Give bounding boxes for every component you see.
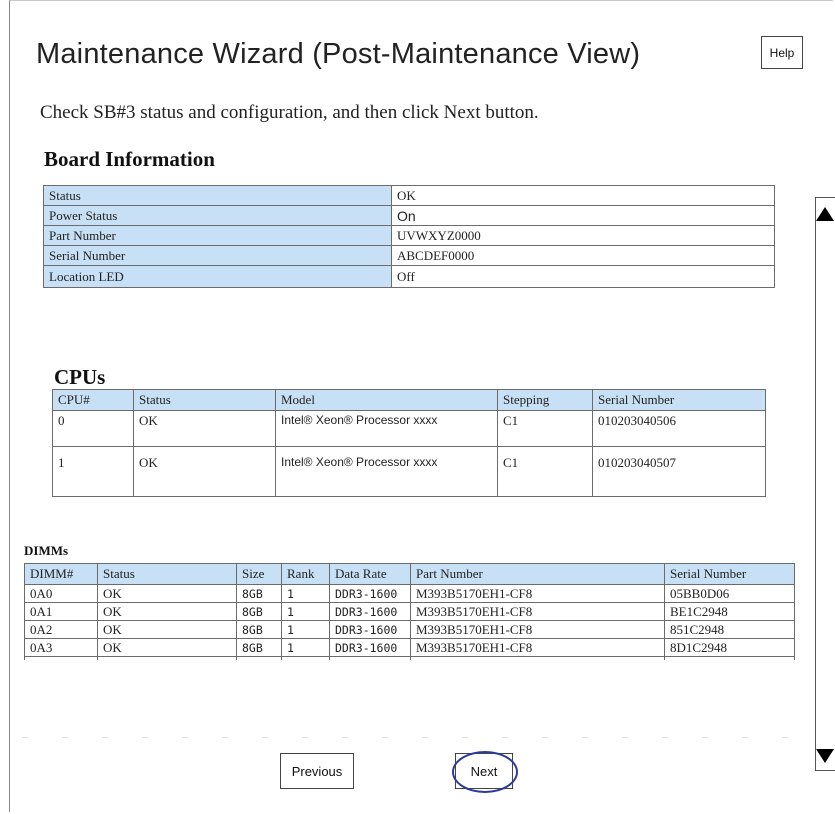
column-header: Serial Number (592, 389, 766, 411)
dimm-size: 8GB (236, 584, 282, 603)
scroll-down-icon[interactable] (816, 749, 834, 763)
dimm-serial-number: BE1C2948 (664, 602, 795, 621)
dimm-number: 0A2 (24, 620, 98, 639)
board-value: OK (391, 185, 775, 206)
dimm-rank: 1 (281, 602, 330, 621)
board-information-heading: Board Information (44, 147, 215, 171)
column-header: Rank (281, 563, 330, 585)
board-label: Serial Number (43, 245, 392, 266)
column-header: CPU# (52, 389, 134, 411)
board-label: Power Status (43, 205, 392, 226)
cpu-serial-number: 010203040506 (592, 410, 766, 447)
board-value: UVWXYZ0000 (391, 225, 775, 246)
table-row: 0A3 OK 8GB 1 DDR3-1600 M393B5170EH1-CF8 … (24, 638, 795, 657)
table-row-partial (24, 656, 795, 660)
dimm-data-rate: DDR3-1600 (329, 620, 411, 639)
dimm-number: 0A1 (24, 602, 98, 621)
board-label: Part Number (43, 225, 392, 246)
divider (22, 737, 812, 738)
cpu-status: OK (133, 410, 276, 447)
table-header-row: CPU# Status Model Stepping Serial Number (52, 389, 766, 411)
dimms-table: DIMM# Status Size Rank Data Rate Part Nu… (24, 563, 795, 660)
cpu-stepping: C1 (497, 410, 593, 447)
column-header: Status (133, 389, 276, 411)
dimm-serial-number: 05BB0D06 (664, 584, 795, 603)
cpus-heading: CPUs (54, 365, 106, 389)
help-button[interactable]: Help (761, 36, 803, 69)
board-row-serial-number: Serial Number ABCDEF0000 (43, 245, 775, 266)
dimm-status: OK (97, 638, 237, 657)
dimm-size: 8GB (236, 638, 282, 657)
column-header: Stepping (497, 389, 593, 411)
board-label: Status (43, 185, 392, 206)
board-row-status: Status OK (43, 185, 775, 206)
dimm-status: OK (97, 620, 237, 639)
table-row: 0 OK Intel® Xeon® Processor xxxx C1 0102… (52, 410, 766, 447)
cpu-status: OK (133, 446, 276, 497)
column-header: Model (275, 389, 498, 411)
column-header: Data Rate (329, 563, 411, 585)
column-header: Serial Number (664, 563, 795, 585)
dimm-rank: 1 (281, 584, 330, 603)
dimm-part-number: M393B5170EH1-CF8 (410, 620, 665, 639)
board-value: ABCDEF0000 (391, 245, 775, 266)
table-header-row: DIMM# Status Size Rank Data Rate Part Nu… (24, 563, 795, 585)
dimm-status: OK (97, 602, 237, 621)
instruction-text: Check SB#3 status and configuration, and… (40, 102, 539, 123)
dimm-rank: 1 (281, 620, 330, 639)
dimm-size: 8GB (236, 602, 282, 621)
cpus-table: CPU# Status Model Stepping Serial Number… (52, 389, 766, 497)
next-button[interactable]: Next (455, 753, 513, 789)
vertical-scrollbar[interactable] (815, 197, 835, 771)
board-label: Location LED (43, 265, 392, 288)
dimms-heading: DIMMs (24, 543, 69, 558)
dimm-rank: 1 (281, 638, 330, 657)
table-row: 1 OK Intel® Xeon® Processor xxxx C1 0102… (52, 446, 766, 497)
dimm-number: 0A3 (24, 638, 98, 657)
cpu-number: 0 (52, 410, 134, 447)
board-value: On (391, 205, 775, 226)
dimm-data-rate: DDR3-1600 (329, 584, 411, 603)
column-header: Size (236, 563, 282, 585)
dimm-size: 8GB (236, 620, 282, 639)
board-row-part-number: Part Number UVWXYZ0000 (43, 225, 775, 246)
page-title: Maintenance Wizard (Post-Maintenance Vie… (36, 38, 641, 70)
dimm-data-rate: DDR3-1600 (329, 602, 411, 621)
board-row-location-led: Location LED Off (43, 265, 775, 288)
dimm-number: 0A0 (24, 584, 98, 603)
cpu-model: Intel® Xeon® Processor xxxx (275, 410, 498, 447)
table-row: 0A0 OK 8GB 1 DDR3-1600 M393B5170EH1-CF8 … (24, 584, 795, 603)
board-value: Off (391, 265, 775, 288)
table-row: 0A2 OK 8GB 1 DDR3-1600 M393B5170EH1-CF8 … (24, 620, 795, 639)
dimm-part-number: M393B5170EH1-CF8 (410, 638, 665, 657)
cpu-serial-number: 010203040507 (592, 446, 766, 497)
cpu-model: Intel® Xeon® Processor xxxx (275, 446, 498, 497)
column-header: Status (97, 563, 237, 585)
table-row: 0A1 OK 8GB 1 DDR3-1600 M393B5170EH1-CF8 … (24, 602, 795, 621)
column-header: DIMM# (24, 563, 98, 585)
cpu-number: 1 (52, 446, 134, 497)
column-header: Part Number (410, 563, 665, 585)
cpu-stepping: C1 (497, 446, 593, 497)
dimm-serial-number: 8D1C2948 (664, 638, 795, 657)
board-information-table: Status OK Power Status On Part Number UV… (43, 185, 775, 288)
dimm-part-number: M393B5170EH1-CF8 (410, 602, 665, 621)
dimm-status: OK (97, 584, 237, 603)
scroll-up-icon[interactable] (816, 207, 834, 221)
dimm-data-rate: DDR3-1600 (329, 638, 411, 657)
previous-button[interactable]: Previous (280, 753, 354, 789)
dimm-part-number: M393B5170EH1-CF8 (410, 584, 665, 603)
board-row-power-status: Power Status On (43, 205, 775, 226)
dimm-serial-number: 851C2948 (664, 620, 795, 639)
